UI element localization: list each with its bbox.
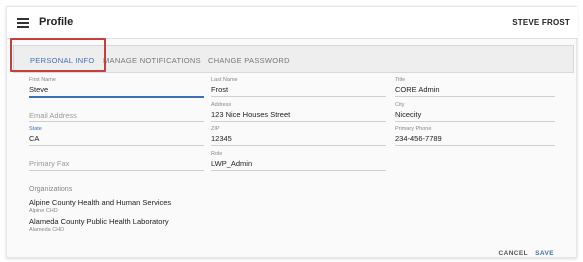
- address-label: Address: [211, 102, 232, 108]
- email-underline: [29, 121, 204, 122]
- title-field[interactable]: CORE Admin: [395, 85, 440, 94]
- first-name-underline: [29, 96, 204, 98]
- primary-phone-field[interactable]: 234-456-7789: [395, 134, 442, 143]
- role-underline: [211, 170, 386, 171]
- tab-highlight-box: [10, 38, 106, 72]
- email-field[interactable]: Email Address: [29, 111, 77, 120]
- organization-name: Alameda County Public Health Laboratory: [29, 217, 169, 226]
- address-field[interactable]: 123 Nice Houses Street: [211, 110, 290, 119]
- last-name-field[interactable]: Frost: [211, 85, 228, 94]
- primary-fax-underline: [29, 170, 204, 171]
- title-underline: [395, 96, 555, 97]
- page-title: Profile: [39, 16, 74, 28]
- first-name-field[interactable]: Steve: [29, 85, 48, 94]
- cancel-button[interactable]: CANCEL: [499, 250, 528, 257]
- last-name-label: Last Name: [211, 77, 238, 83]
- last-name-underline: [211, 96, 386, 97]
- primary-fax-field[interactable]: Primary Fax: [29, 159, 69, 168]
- state-underline: [29, 145, 204, 146]
- primary-phone-underline: [395, 145, 555, 146]
- tab-manage-notifications[interactable]: MANAGE NOTIFICATIONS: [103, 56, 201, 65]
- state-label: State: [29, 126, 42, 132]
- save-button[interactable]: SAVE: [535, 250, 554, 257]
- profile-window: Profile STEVE FROST PERSONAL INFO MANAGE…: [6, 6, 578, 258]
- title-label: Title: [395, 77, 406, 83]
- user-name[interactable]: STEVE FROST: [512, 18, 570, 27]
- city-field[interactable]: Nicecity: [395, 110, 421, 119]
- zip-label: ZIP: [211, 126, 220, 132]
- city-underline: [395, 121, 555, 122]
- organization-name: Alpine County Health and Human Services: [29, 198, 172, 207]
- state-field[interactable]: CA: [29, 134, 39, 143]
- organization-code: Alpine CHD: [29, 208, 58, 214]
- hamburger-menu-icon[interactable]: [17, 18, 29, 28]
- primary-phone-label: Primary Phone: [395, 126, 432, 132]
- zip-underline: [211, 145, 386, 146]
- zip-field[interactable]: 12345: [211, 134, 232, 143]
- first-name-label: First Name: [29, 77, 56, 83]
- address-underline: [211, 121, 386, 122]
- city-label: City: [395, 102, 405, 108]
- organization-code: Alameda CHD: [29, 227, 65, 233]
- organizations-header: Organizations: [29, 186, 73, 193]
- role-label: Role: [211, 151, 223, 157]
- app-header: Profile STEVE FROST: [7, 7, 578, 39]
- tab-change-password[interactable]: CHANGE PASSWORD: [208, 56, 290, 65]
- role-field[interactable]: LWP_Admin: [211, 159, 252, 168]
